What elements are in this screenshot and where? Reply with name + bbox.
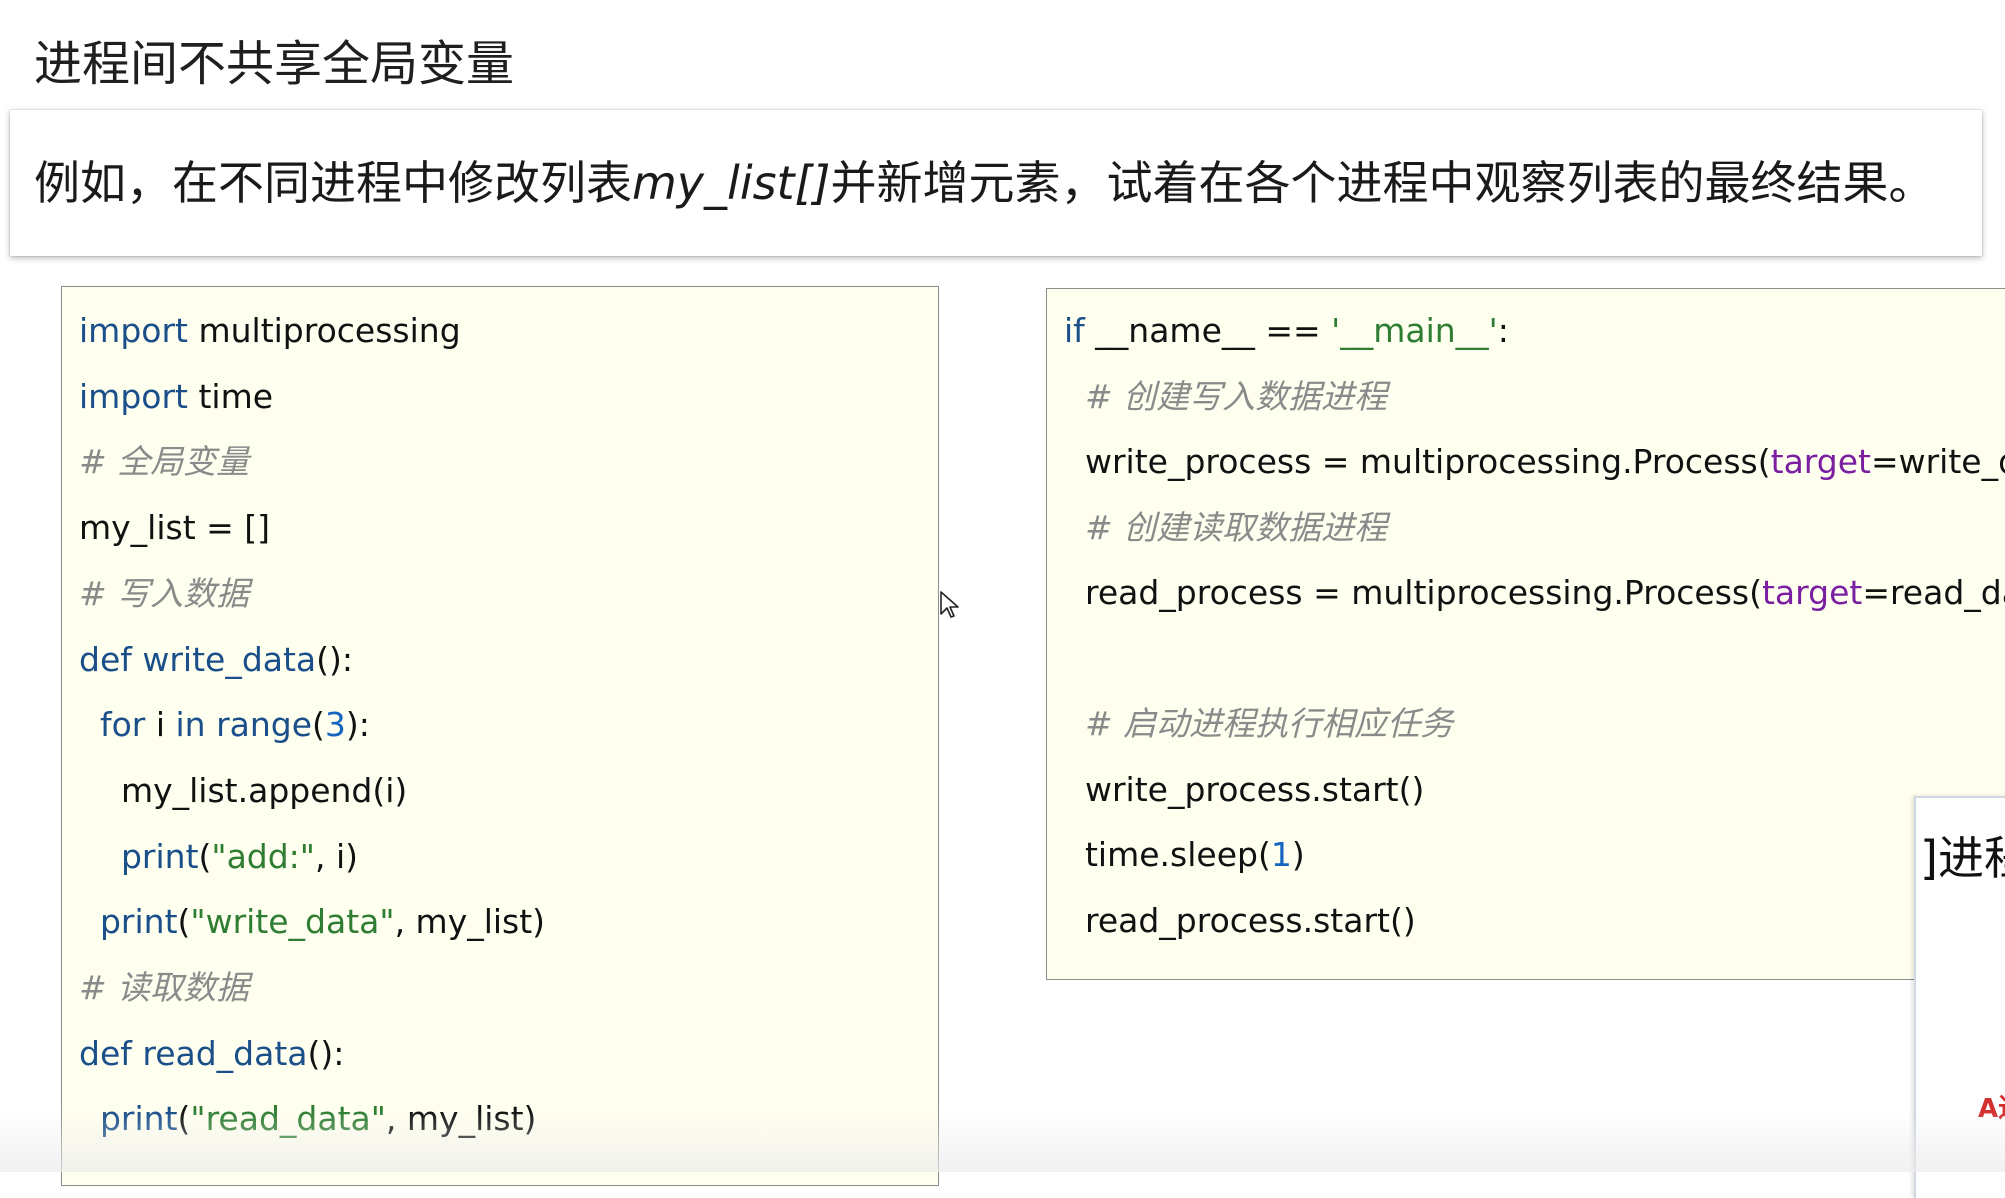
- code-token: ():: [316, 639, 354, 679]
- code-token: print: [120, 836, 199, 876]
- code-line: # 全局变量: [79, 440, 249, 484]
- code-token: =read_data): [1862, 573, 2005, 612]
- code-token: "read_data": [190, 1099, 386, 1139]
- code-line: read_process = multiprocessing.Process(t…: [1064, 571, 2005, 615]
- code-line: import time: [79, 375, 273, 419]
- code-line: import multiprocessing: [79, 309, 461, 353]
- code-token: (: [177, 902, 191, 942]
- description-before: 例如，在不同进程中修改列表: [34, 156, 632, 210]
- code-token: "write_data": [190, 902, 395, 942]
- code-line: print("write_data", my_list): [79, 900, 545, 944]
- slide-title: 进程间不共享全局变量: [34, 36, 515, 92]
- overlay-red-label: A进: [1978, 1094, 2005, 1124]
- overlay-partial-text: ]进程: [1920, 831, 2005, 885]
- code-line: # 启动进程执行相应任务: [1064, 702, 1453, 746]
- code-token: 3: [324, 705, 346, 745]
- code-line: # 创建写入数据进程: [1064, 375, 1387, 419]
- code-token: my_list.append(i): [79, 770, 408, 810]
- code-line: # 读取数据: [79, 966, 249, 1010]
- code-token: write_process.start(): [1064, 769, 1425, 809]
- code-line: write_process.start(): [1064, 768, 1424, 812]
- code-token: multiprocessing: [187, 311, 461, 350]
- description-text: 例如，在不同进程中修改列表my_list[]并新增元素，试着在各个进程中观察列表…: [34, 148, 1935, 218]
- code-token: print: [99, 1099, 178, 1139]
- code-panel-left: import multiprocessing import time # 全局变量 m…: [61, 286, 939, 1186]
- code-token: i: [145, 705, 176, 745]
- code-line: print("read_data", my_list): [79, 1097, 536, 1141]
- code-token: , my_list): [385, 1099, 537, 1139]
- code-line: # 写入数据: [79, 572, 249, 616]
- mouse-cursor-icon: [940, 591, 959, 618]
- code-panel-right: if __name__ == '__main__': # 创建写入数据进程 wr…: [1046, 288, 2005, 980]
- code-token: , i): [314, 836, 359, 876]
- code-line: def read_data():: [79, 1032, 344, 1076]
- code-token: my_list = []: [79, 508, 271, 548]
- code-token: def write_data: [79, 639, 317, 679]
- code-token: , my_list): [394, 902, 546, 942]
- code-line: my_list.append(i): [79, 769, 407, 813]
- code-line: time.sleep(1): [1064, 833, 1305, 877]
- code-comment: # 读取数据: [79, 968, 250, 1007]
- code-token: time.sleep(: [1064, 835, 1271, 874]
- code-token: print: [99, 902, 178, 942]
- code-line: # 创建读取数据进程: [1064, 506, 1387, 550]
- overlay-card[interactable]: ]进程 A进: [1914, 796, 2005, 1198]
- code-token: import: [79, 311, 188, 350]
- description-after: 并新增元素，试着在各个进程中观察列表的最终结果。: [830, 156, 1935, 210]
- code-token: ():: [307, 1033, 345, 1073]
- code-token: "add:": [211, 836, 315, 876]
- code-token: def read_data: [79, 1033, 308, 1073]
- code-token: (: [198, 836, 212, 876]
- code-token: :: [1497, 311, 1509, 350]
- code-line: write_process = multiprocessing.Process(…: [1064, 440, 2005, 484]
- code-line: def write_data():: [79, 638, 353, 682]
- description-emphasis: my_list[]: [632, 156, 831, 210]
- code-line: read_process.start(): [1064, 899, 1416, 943]
- code-token: (: [312, 705, 325, 745]
- code-token: in range: [175, 705, 313, 745]
- code-token: =write_data): [1870, 442, 2005, 481]
- code-line: my_list = []: [79, 506, 270, 550]
- code-token: read_process.start(): [1064, 900, 1416, 940]
- code-line: print("add:", i): [79, 835, 358, 879]
- code-token: if: [1064, 311, 1085, 350]
- code-token: ):: [345, 705, 370, 745]
- code-line: for i in range(3):: [79, 703, 370, 747]
- code-token: ): [1291, 835, 1305, 874]
- code-token: read_process = multiprocessing.Process(: [1064, 573, 1762, 612]
- code-comment: # 全局变量: [79, 442, 250, 482]
- description-box: 例如，在不同进程中修改列表my_list[]并新增元素，试着在各个进程中观察列表…: [10, 110, 1982, 256]
- code-token: '__main__': [1331, 311, 1498, 350]
- code-token: __name__ ==: [1084, 311, 1332, 350]
- code-token: write_process = multiprocessing.Process(: [1064, 442, 1771, 481]
- code-token: for: [99, 705, 146, 745]
- code-token: target: [1761, 573, 1863, 612]
- code-comment: # 创建写入数据进程: [1084, 376, 1388, 416]
- code-token: import: [79, 376, 188, 416]
- code-comment: # 启动进程执行相应任务: [1084, 704, 1454, 743]
- code-comment: # 创建读取数据进程: [1084, 507, 1388, 547]
- code-comment: # 写入数据: [79, 573, 250, 613]
- code-token: 1: [1270, 835, 1292, 874]
- code-token: (: [177, 1099, 191, 1139]
- code-token: target: [1770, 442, 1871, 481]
- code-line: if __name__ == '__main__':: [1064, 309, 1509, 353]
- code-token: time: [187, 376, 274, 416]
